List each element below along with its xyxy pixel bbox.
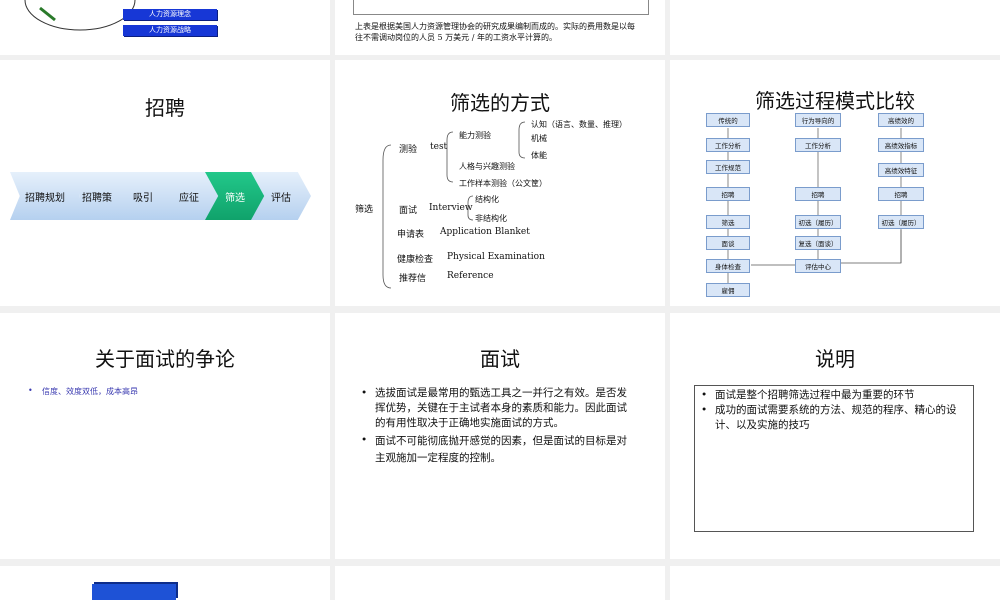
col1-physical: 身体检查 <box>706 259 750 273</box>
slide-screening-methods: 筛选的方式 筛选 测验 test 能力测验 认知（语言、数量、推理） 机械 体能… <box>335 60 665 306</box>
bullet-text: 成功的面试需要系统的方法、规范的程序、精心的设计、以及实施的技巧 <box>715 404 957 431</box>
note-line-2: 往不需调动岗位的人员 5 万美元 / 年的工资水平计算的。 <box>355 33 557 42</box>
test-en: test <box>430 142 448 152</box>
col1-job-spec: 工作规范 <box>706 160 750 174</box>
application-en: Application Blanket <box>440 227 530 237</box>
slide-process-comparison: 筛选过程模式比较 传统的 工作分析 工作规范 招聘 筛选 面谈 身体检查 雇佣 … <box>670 60 1000 306</box>
bullet-item: • 面试是整个招聘筛选过程中最为重要的环节 <box>701 389 915 401</box>
slide-top-right <box>670 0 1000 55</box>
blue-block <box>92 584 176 600</box>
bullet-item: • 面试不可能彻底抛开感觉的因素，但是面试的目标是对主观施加一定程度的控制。 <box>361 433 631 467</box>
personality-test: 人格与兴趣测验 <box>459 162 515 171</box>
ability-test: 能力测验 <box>459 131 491 140</box>
slide-interview-debate: 关于面试的争论 • 信度、效度双低，成本高昂 <box>0 313 330 559</box>
slide-interview: 面试 • 选拔面试是最常用的甄选工具之一并行之有效。是否发挥优势，关键在于主试者本… <box>335 313 665 559</box>
reference-cn: 推荐信 <box>399 274 427 284</box>
unstructured: 非结构化 <box>475 214 507 223</box>
test-cn: 测验 <box>399 145 418 155</box>
slide-top-middle: 上表是根据美国人力资源管理协会的研究成果编制而成的。实际的费用数是以每 往不需调… <box>335 0 665 55</box>
slide-title: 关于面试的争论 <box>95 347 235 371</box>
interview-bullets: • 选拔面试是最常用的甄选工具之一并行之有效。是否发挥优势，关键在于主试者本身的素… <box>361 386 631 467</box>
slide-bottom-left <box>0 566 330 600</box>
cognitive: 认知（语言、数量、推理） <box>531 120 627 129</box>
mechanical: 机械 <box>531 134 547 143</box>
bullet-dot: • <box>28 386 33 395</box>
col3-recruit: 招聘 <box>878 187 924 201</box>
slide-bottom-right <box>670 566 1000 600</box>
hr-concept-bar: 人力资源理念 <box>123 9 217 20</box>
table-fragment <box>353 0 649 15</box>
slide-recruitment: 招聘 招聘规划 招聘策 吸引 应征 筛选 评估 <box>0 60 330 306</box>
col1-hire: 雇佣 <box>706 283 750 297</box>
col3-high-performance: 高绩效的 <box>878 113 924 127</box>
col3-hp-traits: 高绩效特征 <box>878 163 924 177</box>
bullet-item: • 选拔面试是最常用的甄选工具之一并行之有效。是否发挥优势，关键在于主试者本身的素… <box>361 386 631 431</box>
work-sample-test: 工作样本测验（公文筐） <box>459 179 547 188</box>
col3-prescreen: 初选（履历） <box>878 215 924 229</box>
col2-behavior: 行为导向的 <box>795 113 841 127</box>
col2-assessment-center: 评估中心 <box>795 259 841 273</box>
hr-strategy-bar: 人力资源战略 <box>123 25 217 36</box>
col1-job-analysis: 工作分析 <box>706 138 750 152</box>
slide-title: 说明 <box>815 347 855 371</box>
bullet-text: 选拔面试是最常用的甄选工具之一并行之有效。是否发挥优势，关键在于主试者本身的素质… <box>375 387 627 429</box>
application-cn: 申请表 <box>397 230 425 240</box>
debate-bullet: 信度、效度双低，成本高昂 <box>42 387 138 396</box>
physical: 体能 <box>531 151 547 160</box>
step-recruit-planning: 招聘规划 <box>10 172 80 220</box>
interview-en: Interview <box>429 203 473 213</box>
col1-recruit: 招聘 <box>706 187 750 201</box>
col3-hp-indicators: 高绩效指标 <box>878 138 924 152</box>
col2-job-analysis: 工作分析 <box>795 138 841 152</box>
bullet-text: 面试不可能彻底抛开感觉的因素，但是面试的目标是对主观施加一定程度的控制。 <box>375 435 627 464</box>
bullet-text: 面试是整个招聘筛选过程中最为重要的环节 <box>715 389 915 401</box>
cycle-diagram-fragment <box>24 0 136 31</box>
slide-explanation: 说明 • 面试是整个招聘筛选过程中最为重要的环节 • 成功的面试需要系统的方法、规范… <box>670 313 1000 559</box>
col1-traditional: 传统的 <box>706 113 750 127</box>
health-en: Physical Examination <box>447 252 545 262</box>
note-line-1: 上表是根据美国人力资源管理协会的研究成果编制而成的。实际的费用数是以每 <box>355 22 635 31</box>
explanation-bullets: • 面试是整个招聘筛选过程中最为重要的环节 • 成功的面试需要系统的方法、规范的程序… <box>701 388 967 433</box>
health-cn: 健康检查 <box>397 255 434 265</box>
reference-en: Reference <box>447 271 494 281</box>
explanation-box: • 面试是整个招聘筛选过程中最为重要的环节 • 成功的面试需要系统的方法、规范的程序… <box>694 385 974 532</box>
col1-screen: 筛选 <box>706 215 750 229</box>
root-screening: 筛选 <box>355 205 374 215</box>
col2-prescreen: 初选（履历） <box>795 215 841 229</box>
slide-title: 面试 <box>480 347 520 371</box>
slide-top-left: 人力资源理念 人力资源战略 <box>0 0 330 55</box>
bullet-item: • 成功的面试需要系统的方法、规范的程序、精心的设计、以及实施的技巧 <box>701 403 967 433</box>
col2-recruit: 招聘 <box>795 187 841 201</box>
structured: 结构化 <box>475 195 499 204</box>
slide-title: 招聘 <box>145 96 185 120</box>
interview-cn: 面试 <box>399 206 418 216</box>
slide-bottom-middle <box>335 566 665 600</box>
col1-interview: 面谈 <box>706 236 750 250</box>
col2-rescreen: 复选（面谈） <box>795 236 841 250</box>
